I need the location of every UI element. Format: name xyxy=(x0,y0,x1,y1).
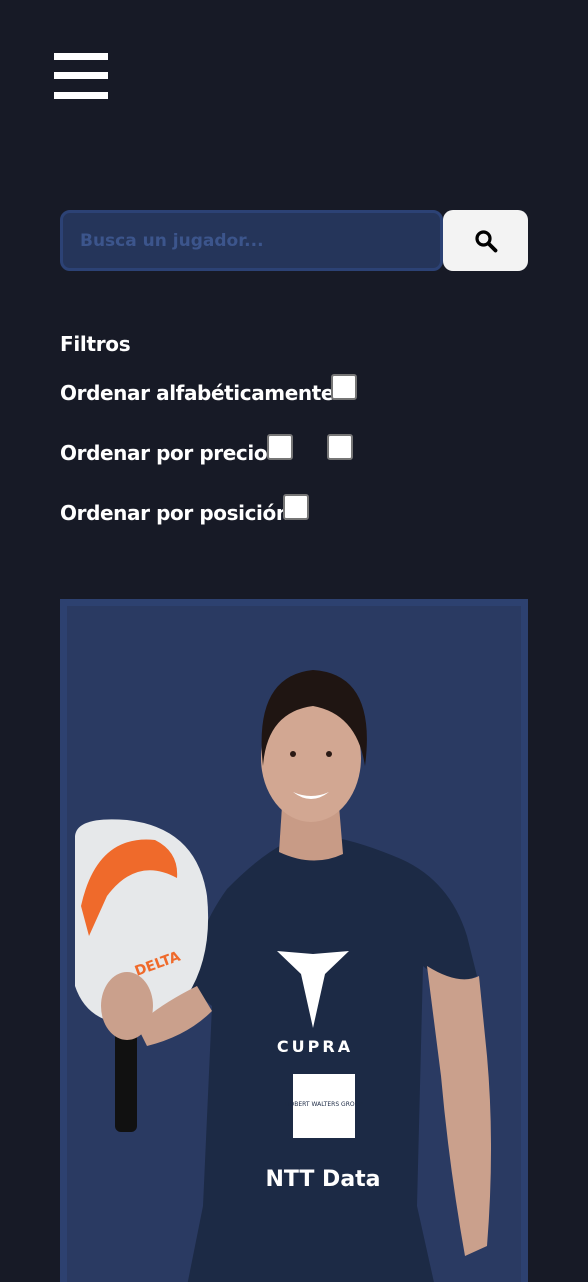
filter-price-label: Ordenar por precio xyxy=(60,441,268,465)
page: Filtros Ordenar alfabéticamente Ordenar … xyxy=(0,0,588,1282)
player-right-eye xyxy=(326,751,332,757)
filter-alphabetical: Ordenar alfabéticamente xyxy=(60,374,360,406)
filter-position: Ordenar por posición xyxy=(60,494,360,526)
filters-title: Filtros xyxy=(60,332,131,356)
player-left-eye xyxy=(290,751,296,757)
hamburger-menu-icon[interactable] xyxy=(54,53,108,99)
shirt-ntt-data-text: NTT Data xyxy=(265,1167,380,1192)
player-right-arm xyxy=(427,966,491,1256)
price-ascending-checkbox[interactable] xyxy=(267,434,293,460)
player-photo: CUPRA ROBERT WALTERS GROUP NTT Data DELT… xyxy=(75,670,491,1282)
menu-bar-middle xyxy=(54,72,108,79)
filter-price: Ordenar por precio xyxy=(60,434,360,466)
position-checkbox[interactable] xyxy=(283,494,309,520)
shirt-robert-walters-text: ROBERT WALTERS GROUP xyxy=(285,1101,363,1108)
alphabetical-checkbox[interactable] xyxy=(331,374,357,400)
menu-bar-bottom xyxy=(54,92,108,99)
search-button[interactable] xyxy=(443,210,528,271)
player-card[interactable]: CUPRA ROBERT WALTERS GROUP NTT Data DELT… xyxy=(60,599,528,1282)
search-bar xyxy=(60,210,528,271)
search-icon xyxy=(474,229,497,252)
filter-position-label: Ordenar por posición xyxy=(60,501,290,525)
shirt-cupra-text: CUPRA xyxy=(277,1037,353,1056)
filter-alphabetical-label: Ordenar alfabéticamente xyxy=(60,381,335,405)
player-shirt xyxy=(187,834,477,1282)
price-descending-checkbox[interactable] xyxy=(327,434,353,460)
search-input[interactable] xyxy=(60,210,443,271)
menu-bar-top xyxy=(54,53,108,60)
